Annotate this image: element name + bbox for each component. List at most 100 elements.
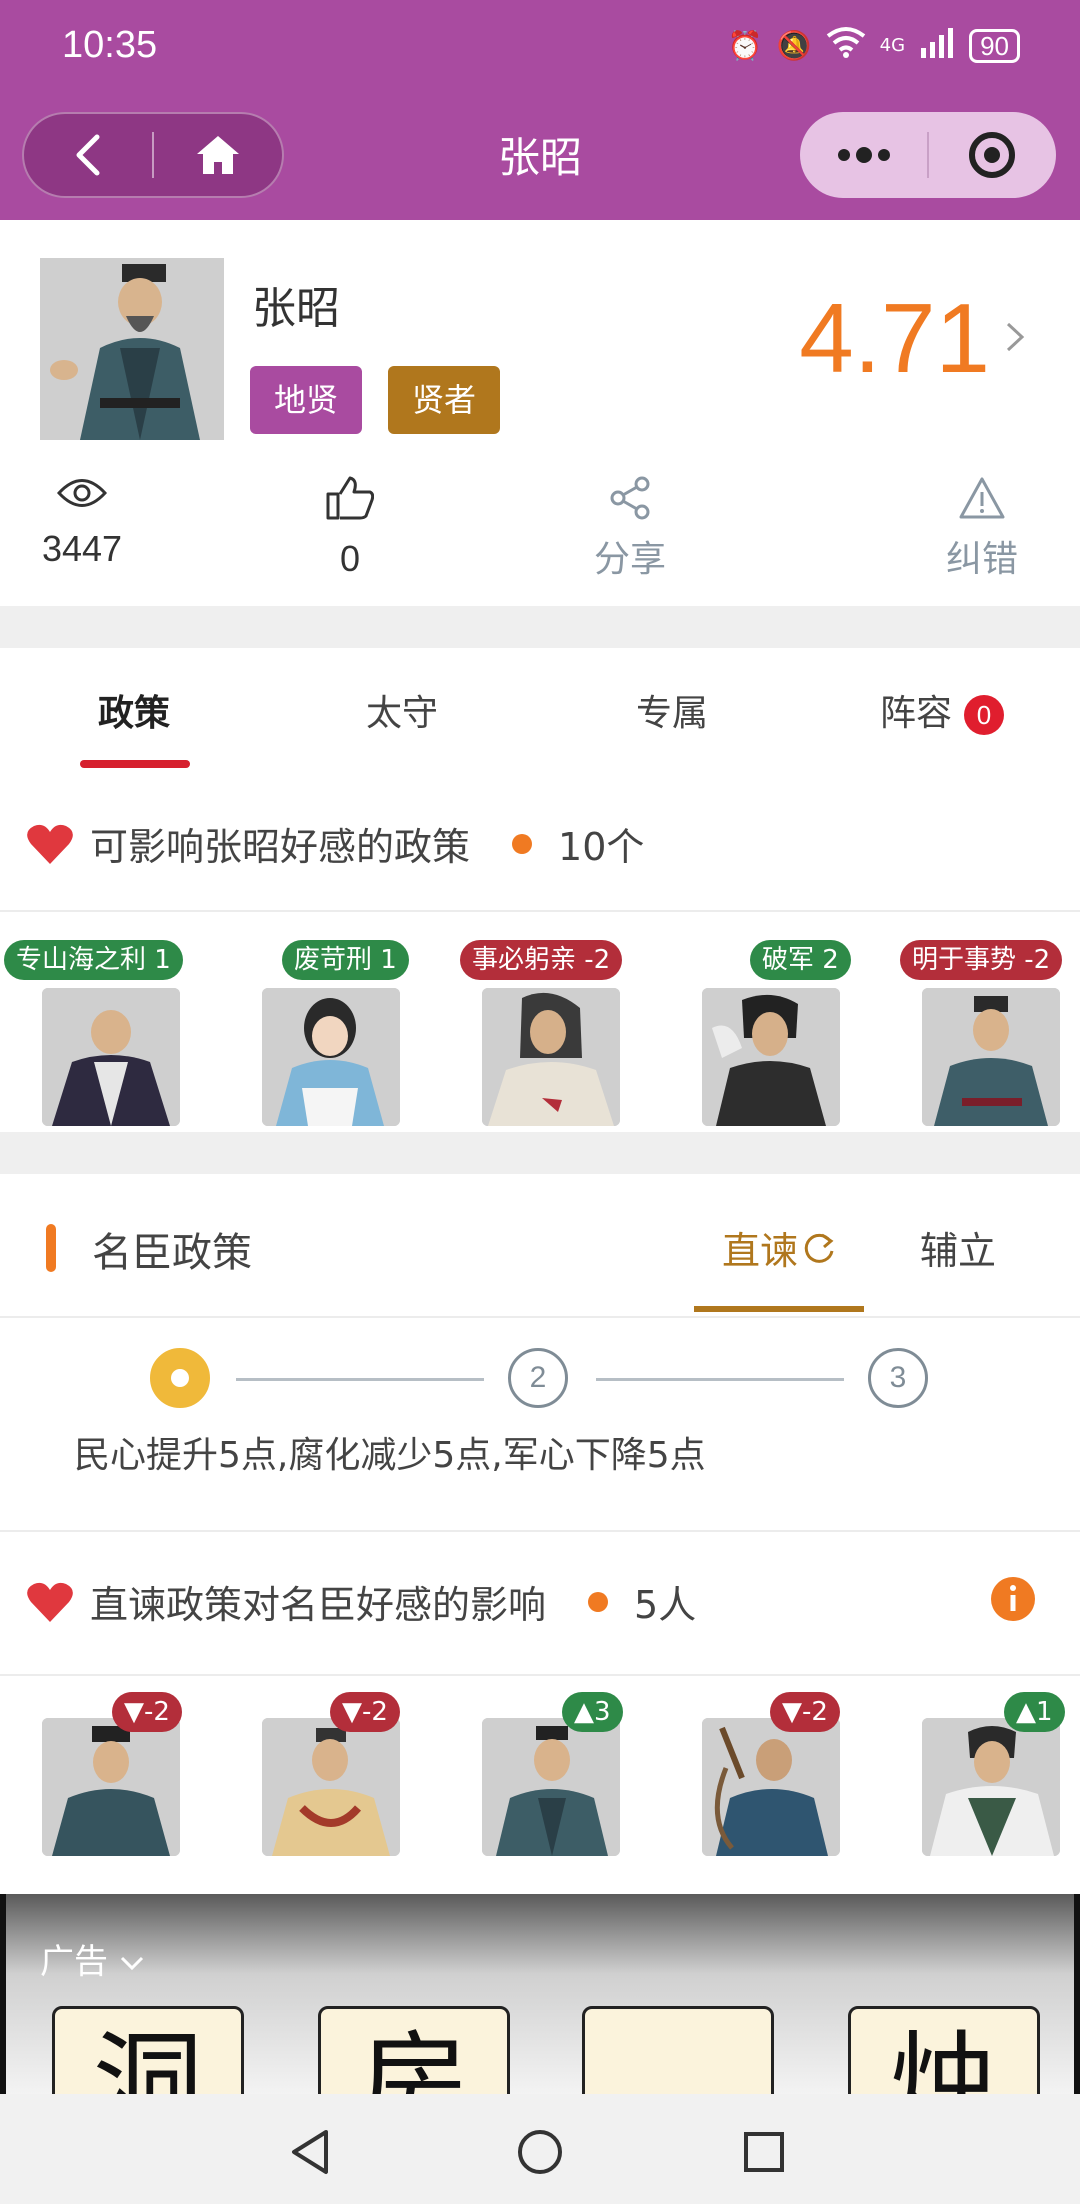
report-error-button[interactable]: 纠错 [892, 476, 1072, 582]
step-connector [596, 1378, 844, 1381]
policy-description: 民心提升5点,腐化减少5点,军心下降5点 [74, 1435, 706, 1476]
character-avatar[interactable] [922, 988, 1060, 1126]
impact-label: ▼-2 [330, 1692, 400, 1732]
divider [0, 1530, 1080, 1532]
character-avatar[interactable] [262, 988, 400, 1126]
tag-xianzhe: 贤者 [388, 366, 501, 434]
policy-label: 专山海之利 1 [4, 940, 183, 980]
step-1-marker [171, 1369, 189, 1387]
network-label: 4G [879, 35, 906, 56]
impact-label: ▲3 [562, 1692, 623, 1732]
character-avatar[interactable] [702, 1718, 840, 1856]
impact-section-header: 直谏政策对名臣好感的影响 5人 [26, 1574, 1080, 1629]
views-stat: 3447 [0, 476, 172, 570]
report-label: 纠错 [945, 539, 1018, 580]
back-nav-icon[interactable] [288, 2128, 332, 2176]
lineup-badge: 0 [964, 695, 1005, 735]
favor-section-header: 可影响张昭好感的政策 10个 [26, 816, 1080, 871]
tab-fuli[interactable]: 辅立 [920, 1220, 996, 1275]
character-avatar[interactable] [42, 1718, 180, 1856]
share-button[interactable]: 分享 [540, 476, 720, 582]
ad-label[interactable]: 广告 [40, 1934, 145, 1983]
rating-score[interactable]: 4.71 [799, 282, 990, 395]
impact-section-count: 5人 [634, 1583, 697, 1627]
step-3[interactable]: 3 [868, 1348, 928, 1408]
step-1[interactable] [150, 1348, 210, 1408]
more-button[interactable] [800, 112, 927, 198]
character-avatar[interactable] [702, 988, 840, 1126]
share-icon [610, 476, 650, 520]
eye-icon [56, 479, 108, 507]
system-navigation-bar [0, 2094, 1080, 2204]
policy-panel: 政策 太守 专属 阵容 0 可影响张昭好感的政策 10个 专山海之利 1 废苛刑 … [0, 648, 1080, 1132]
tab-zhijian-label: 直谏 [722, 1229, 799, 1273]
tab-lineup-label: 阵容 [880, 693, 953, 734]
ad-tile [582, 2006, 774, 2094]
home-nav-icon[interactable] [516, 2128, 564, 2176]
like-stat[interactable]: 0 [260, 476, 440, 580]
ad-tile: 房 [318, 2006, 510, 2094]
chevron-right-icon[interactable] [1000, 322, 1030, 352]
miniapp-capsule [800, 112, 1056, 198]
heart-icon [27, 1582, 73, 1622]
mingchen-title: 名臣政策 [92, 1230, 252, 1276]
target-icon [969, 132, 1016, 178]
tab-exclusive[interactable]: 专属 [636, 684, 708, 736]
ad-label-text: 广告 [40, 1942, 108, 1982]
close-miniapp-button[interactable] [929, 112, 1056, 198]
profile-card: 张昭 地贤 贤者 4.71 3447 0 分享 纠错 [0, 220, 1080, 606]
wifi-icon [826, 26, 866, 65]
step-2[interactable]: 2 [508, 1348, 568, 1408]
character-avatar[interactable] [42, 988, 180, 1126]
mute-icon: 🔕 [776, 29, 812, 62]
tag-dixian: 地贤 [250, 366, 363, 434]
policy-label: 破军 2 [750, 940, 851, 980]
tab-policy[interactable]: 政策 [98, 684, 170, 736]
thumbs-up-icon [326, 476, 375, 520]
favor-section-count: 10个 [558, 825, 645, 869]
character-avatar[interactable] [482, 988, 620, 1126]
more-icon [837, 147, 890, 163]
views-count: 3447 [41, 528, 123, 569]
impact-label: ▲1 [1004, 1692, 1065, 1732]
policy-character-list: 专山海之利 1 废苛刑 1 事必躬亲 -2 破军 2 明于事势 -2 [0, 912, 1080, 1132]
divider [0, 1316, 1080, 1318]
refresh-icon [804, 1233, 834, 1263]
signal-icon [919, 26, 955, 65]
heart-icon [27, 824, 73, 864]
favor-section-title: 可影响张昭好感的政策 [90, 825, 471, 869]
ad-banner[interactable]: 广告 洞 房 烛 [0, 1894, 1080, 2094]
tab-lineup[interactable]: 阵容 0 [880, 684, 1005, 736]
hero-name: 张昭 [252, 283, 340, 334]
info-icon[interactable] [990, 1576, 1036, 1622]
recents-nav-icon[interactable] [742, 2130, 786, 2174]
step-connector [236, 1378, 484, 1381]
impact-character-list: ▼-2 ▼-2 ▲3 ▼-2 ▲1 [0, 1676, 1080, 1896]
top-bar: 10:35 ⏰ 🔕 4G 90 张昭 [0, 0, 1080, 220]
character-avatar[interactable] [922, 1718, 1060, 1856]
active-subtab-indicator [694, 1306, 864, 1312]
policy-label: 明于事势 -2 [900, 940, 1063, 980]
tab-zhijian[interactable]: 直谏 [722, 1220, 836, 1275]
character-avatar[interactable] [262, 1718, 400, 1856]
like-count: 0 [339, 538, 361, 579]
share-label: 分享 [593, 539, 666, 580]
chevron-down-icon [120, 1956, 143, 1971]
hero-portrait [40, 258, 224, 440]
tab-bar: 政策 太守 专属 阵容 0 [0, 648, 1080, 768]
impact-label: ▼-2 [770, 1692, 840, 1732]
character-avatar[interactable] [482, 1718, 620, 1856]
active-tab-indicator [80, 760, 190, 768]
status-icons: ⏰ 🔕 4G 90 [728, 26, 1020, 65]
policy-label: 废苛刑 1 [282, 940, 409, 980]
warning-icon [959, 477, 1005, 519]
ad-tile: 洞 [52, 2006, 244, 2094]
impact-section-title: 直谏政策对名臣好感的影响 [90, 1583, 547, 1627]
ad-tile: 烛 [848, 2006, 1040, 2094]
policy-label: 事必躬亲 -2 [460, 940, 623, 980]
tab-taishou[interactable]: 太守 [366, 684, 438, 736]
impact-label: ▼-2 [112, 1692, 182, 1732]
alarm-icon: ⏰ [727, 29, 763, 62]
section-accent-bar [46, 1224, 56, 1272]
mingchen-policy-panel: 名臣政策 直谏 辅立 2 3 民心提升5点,腐化减少5点,军心下降5点 直谏政策… [0, 1174, 1080, 1910]
